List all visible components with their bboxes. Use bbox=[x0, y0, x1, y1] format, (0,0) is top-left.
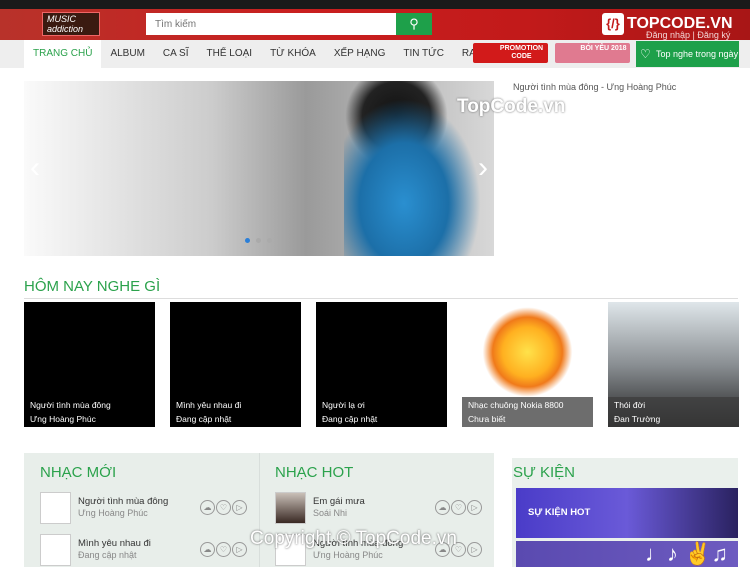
card-title: Nhạc chuông Nokia 8800 bbox=[468, 400, 564, 410]
song-thumb bbox=[40, 534, 71, 566]
card-artist: Chưa biết bbox=[468, 414, 506, 424]
slider-dots bbox=[245, 238, 272, 243]
song-artist[interactable]: Soái Nhi bbox=[313, 508, 347, 518]
album-card[interactable]: Người lạ ơi Đang cập nhật bbox=[316, 302, 447, 427]
like-icon[interactable]: ♡ bbox=[216, 500, 231, 515]
register-link[interactable]: Đăng ký bbox=[697, 30, 730, 40]
music-notes-icon: ♩♪ ✌♫ bbox=[644, 541, 728, 566]
nav-genre[interactable]: THỂ LOẠI bbox=[197, 40, 261, 68]
download-icon[interactable]: ☁ bbox=[435, 500, 450, 515]
album-card[interactable]: Thói đời Đan Trường bbox=[608, 302, 739, 427]
heart-icon: ♡ bbox=[640, 47, 651, 61]
song-artist[interactable]: Ưng Hoàng Phúc bbox=[78, 508, 148, 518]
banner-slider[interactable]: ‹ › bbox=[24, 81, 494, 256]
boi-yeu-button[interactable]: BÓI YÊU 2018 bbox=[555, 43, 630, 63]
header: MUSIC addiction ⚲ {/}TOPCODE.VN Đăng nhậ… bbox=[0, 9, 750, 40]
watermark: TopCode.vn bbox=[457, 96, 566, 117]
dot[interactable] bbox=[256, 238, 261, 243]
top-day-button[interactable]: ♡ Top nghe trong ngày bbox=[636, 41, 739, 67]
song-row[interactable]: Người tình mùa đông Ưng Hoàng Phúc ☁ ♡ ▷ bbox=[40, 492, 250, 526]
download-icon[interactable]: ☁ bbox=[200, 500, 215, 515]
nav-singer[interactable]: CA SĨ bbox=[154, 40, 198, 68]
song-title[interactable]: Người tình mùa đông bbox=[78, 496, 168, 507]
like-icon[interactable]: ♡ bbox=[451, 500, 466, 515]
section-title-hot: NHẠC HOT bbox=[275, 464, 354, 481]
search-button[interactable]: ⚲ bbox=[396, 13, 432, 35]
nav-home[interactable]: TRANG CHỦ bbox=[24, 40, 102, 68]
play-icon[interactable]: ▷ bbox=[467, 542, 482, 557]
next-arrow-icon[interactable]: › bbox=[478, 151, 488, 185]
album-card[interactable]: Nhạc chuông Nokia 8800 Chưa biết bbox=[462, 302, 593, 427]
top-day-label: Top nghe trong ngày bbox=[656, 49, 739, 59]
nav-keyword[interactable]: TỪ KHÓA bbox=[261, 40, 325, 68]
search-icon: ⚲ bbox=[409, 16, 419, 31]
album-card[interactable]: Mình yêu nhau đi Đang cập nhật bbox=[170, 302, 301, 427]
card-title: Thói đời bbox=[614, 400, 646, 410]
download-icon[interactable]: ☁ bbox=[200, 542, 215, 557]
prev-arrow-icon[interactable]: ‹ bbox=[30, 151, 40, 185]
card-title: Người lạ ơi bbox=[322, 400, 365, 410]
song-thumb bbox=[275, 492, 306, 524]
card-artist: Đang cập nhật bbox=[176, 414, 232, 424]
section-title-events: SỰ KIỆN bbox=[513, 464, 575, 481]
play-icon[interactable]: ▷ bbox=[232, 500, 247, 515]
event-banner[interactable]: ♩♪ ✌♫ bbox=[516, 541, 738, 567]
play-icon[interactable]: ▷ bbox=[232, 542, 247, 557]
song-title[interactable]: Mình yêu nhau đi bbox=[78, 538, 151, 549]
top-bar bbox=[0, 0, 750, 9]
song-artist[interactable]: Đang cập nhật bbox=[78, 550, 137, 560]
song-row[interactable]: Mình yêu nhau đi Đang cập nhật ☁ ♡ ▷ bbox=[40, 534, 250, 568]
hot-event-banner[interactable]: SỰ KIỆN HOT bbox=[516, 488, 738, 538]
card-artist: Đang cập nhật bbox=[322, 414, 378, 424]
nav-ranking[interactable]: XẾP HẠNG bbox=[325, 40, 395, 68]
nav-album[interactable]: ALBUM bbox=[101, 40, 153, 68]
song-title[interactable]: Em gái mưa bbox=[313, 496, 365, 507]
song-thumb bbox=[40, 492, 71, 524]
dot[interactable] bbox=[267, 238, 272, 243]
divider bbox=[24, 298, 738, 299]
album-card[interactable]: Người tình mùa đông Ưng Hoàng Phúc bbox=[24, 302, 155, 427]
nav-news[interactable]: TIN TỨC bbox=[394, 40, 453, 68]
song-artist[interactable]: Ưng Hoàng Phúc bbox=[313, 550, 383, 560]
card-title: Người tình mùa đông bbox=[30, 400, 111, 410]
play-icon[interactable]: ▷ bbox=[467, 500, 482, 515]
song-row[interactable]: Em gái mưa Soái Nhi ☁ ♡ ▷ bbox=[275, 492, 485, 526]
section-title-today: HÔM NAY NGHE GÌ bbox=[24, 278, 161, 295]
search-input[interactable] bbox=[146, 13, 396, 35]
dot[interactable] bbox=[245, 238, 250, 243]
card-title: Mình yêu nhau đi bbox=[176, 400, 242, 410]
copyright-watermark: Copyright © TopCode.vn bbox=[250, 528, 457, 549]
site-logo[interactable]: MUSIC addiction bbox=[42, 12, 100, 36]
like-icon[interactable]: ♡ bbox=[216, 542, 231, 557]
promotion-code-button[interactable]: PROMOTION CODE bbox=[473, 43, 548, 63]
card-artist: Ưng Hoàng Phúc bbox=[30, 414, 96, 424]
section-title-new: NHẠC MỚI bbox=[40, 464, 117, 481]
card-artist: Đan Trường bbox=[614, 414, 661, 424]
login-link[interactable]: Đăng nhập bbox=[646, 30, 690, 40]
code-icon: {/} bbox=[602, 13, 624, 35]
side-banner-alt[interactable]: Người tình mùa đông - Ưng Hoàng Phúc bbox=[513, 82, 676, 92]
